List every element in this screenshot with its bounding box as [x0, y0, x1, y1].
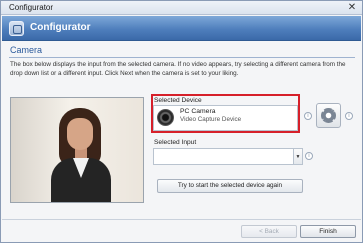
device-highlight-box: [151, 94, 300, 133]
finish-button[interactable]: Finish: [300, 225, 356, 238]
section-title: Camera: [10, 45, 43, 55]
back-button[interactable]: < Back: [241, 225, 297, 238]
header-banner: Configurator: [2, 16, 361, 41]
chevron-down-icon[interactable]: ▼: [294, 148, 303, 165]
banner-title: Configurator: [30, 22, 91, 33]
settings-info-icon[interactable]: i: [345, 112, 353, 120]
title-bar: Configurator ✕: [1, 1, 362, 15]
section-divider: [9, 57, 355, 58]
footer-divider: [2, 219, 361, 220]
selected-input-label: Selected Input: [154, 139, 197, 146]
section-description: The box below displays the input from th…: [10, 61, 346, 77]
selected-input-dropdown[interactable]: [153, 148, 294, 165]
retry-device-button[interactable]: Try to start the selected device again: [157, 179, 303, 193]
device-info-icon[interactable]: i: [304, 112, 312, 120]
close-icon[interactable]: ✕: [345, 1, 359, 14]
window-title: Configurator: [9, 3, 54, 12]
preview-person-image: [51, 106, 111, 202]
camera-preview: [10, 97, 144, 203]
configurator-window: Configurator ✕ Configurator Camera The b…: [0, 0, 363, 243]
input-info-icon[interactable]: i: [305, 152, 313, 160]
gear-icon: [321, 108, 336, 123]
configurator-icon: [9, 21, 24, 36]
device-settings-button[interactable]: [316, 103, 341, 128]
